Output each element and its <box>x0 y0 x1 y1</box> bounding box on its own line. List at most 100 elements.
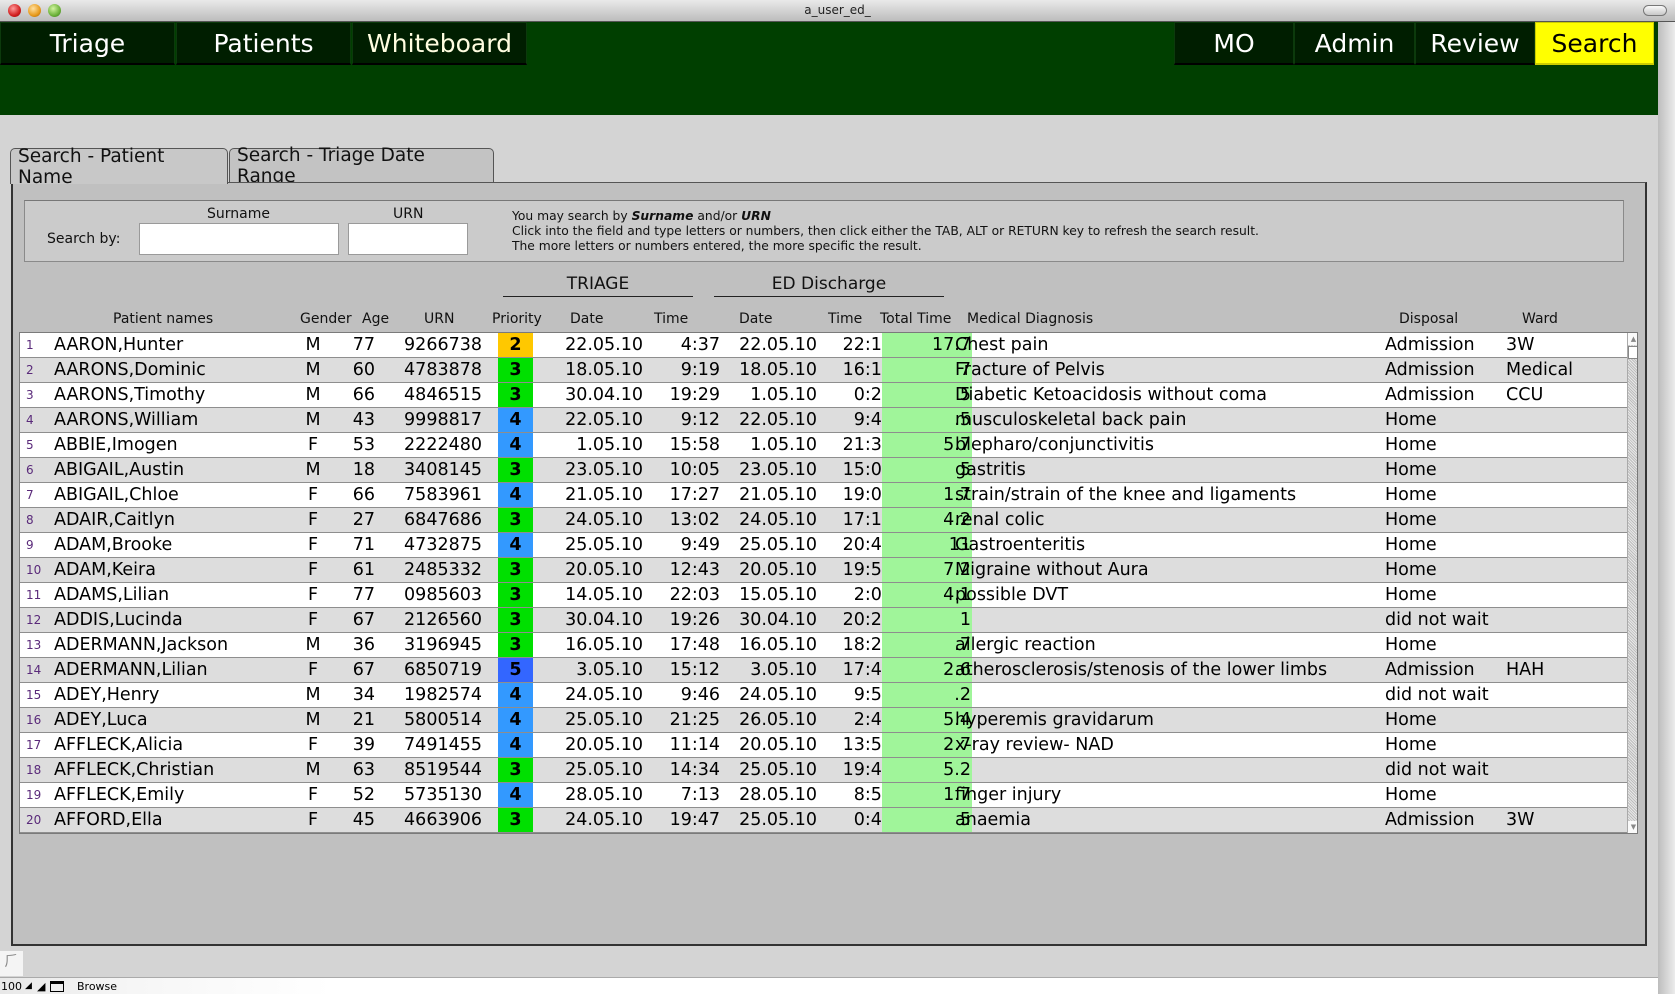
scroll-down-icon[interactable]: ▼ <box>1628 821 1637 833</box>
disposal: Home <box>1385 460 1437 480</box>
table-row[interactable]: 19 AFFLECK,Emily F 52 5735130 4 28.05.10 7:13 28… <box>20 783 1627 808</box>
triage-date: 20.05.10 <box>565 735 643 755</box>
urn: 4663906 <box>404 810 482 830</box>
triage-date: 30.04.10 <box>565 385 643 405</box>
patient-name: ABIGAIL,Austin <box>54 460 185 480</box>
scroll-up-icon[interactable]: ▲ <box>1628 333 1637 345</box>
discharge-date: 21.05.10 <box>739 485 817 505</box>
ward: HAH <box>1506 660 1545 680</box>
table-row[interactable]: 20 AFFORD,Ella F 45 4663906 3 24.05.10 19:47 25.… <box>20 808 1627 833</box>
table-row[interactable]: 1 AARON,Hunter M 77 9266738 2 22.05.10 4:37 22.0… <box>20 333 1627 358</box>
table-row[interactable]: 16 ADEY,Luca M 21 5800514 4 25.05.10 21:25 26.05… <box>20 708 1627 733</box>
nav-search[interactable]: Search <box>1535 22 1654 65</box>
age: 34 <box>352 685 375 705</box>
disposal: Home <box>1385 585 1437 605</box>
priority-badge: 4 <box>498 433 533 457</box>
table-row[interactable]: 7 ABIGAIL,Chloe F 66 7583961 4 21.05.10 17:27 21… <box>20 483 1627 508</box>
table-row[interactable]: 9 ADAM,Brooke F 71 4732875 4 25.05.10 9:49 25.05… <box>20 533 1627 558</box>
diagnosis: x-ray review- NAD <box>955 735 1114 755</box>
nav-triage[interactable]: Triage <box>0 22 175 65</box>
urn: 6850719 <box>404 660 482 680</box>
zoom-level[interactable]: 100 <box>1 979 22 994</box>
urn: 9998817 <box>404 410 482 430</box>
table-row[interactable]: 3 AARONS,Timothy M 66 4846515 3 30.04.10 19:29 1… <box>20 383 1627 408</box>
row-number: 7 <box>26 488 34 502</box>
col-header-ward: Ward <box>1522 311 1558 327</box>
gender: F <box>307 810 319 830</box>
table-row[interactable]: 8 ADAIR,Caitlyn F 27 6847686 3 24.05.10 13:02 24… <box>20 508 1627 533</box>
diagnosis: hyperemis gravidarum <box>955 710 1154 730</box>
gender: M <box>305 410 321 430</box>
table-row[interactable]: 10 ADAM,Keira F 61 2485332 3 20.05.10 12:43 20.0… <box>20 558 1627 583</box>
priority-badge: 3 <box>498 558 533 582</box>
row-number: 6 <box>26 463 34 477</box>
table-row[interactable]: 11 ADAMS,Lilian F 77 0985603 3 14.05.10 22:03 15… <box>20 583 1627 608</box>
results-scrollbar[interactable]: ▲ ▼ <box>1627 333 1637 833</box>
window-titlebar: a_user_ed_ <box>0 0 1675 22</box>
disposal: Home <box>1385 710 1437 730</box>
disposal: Home <box>1385 510 1437 530</box>
ward: CCU <box>1506 385 1544 405</box>
table-row[interactable]: 13 ADERMANN,Jackson M 36 3196945 3 16.05.10 17:… <box>20 633 1627 658</box>
toolbar-toggle-button[interactable] <box>1643 5 1667 16</box>
discharge-date: 22.05.10 <box>739 410 817 430</box>
diagnosis: finger injury <box>955 785 1062 805</box>
patient-name: ADAMS,Lilian <box>54 585 170 605</box>
toggle-status-area-icon[interactable] <box>50 981 64 992</box>
layout-tool-icon[interactable]: ⺁ <box>0 951 23 976</box>
triage-date: 14.05.10 <box>565 585 643 605</box>
disposal: Admission <box>1385 385 1475 405</box>
gender: F <box>307 510 319 530</box>
gender: F <box>307 785 319 805</box>
triage-date: 25.05.10 <box>565 760 643 780</box>
nav-admin[interactable]: Admin <box>1294 22 1415 65</box>
table-row[interactable]: 15 ADEY,Henry M 34 1982574 4 24.05.10 9:46 24.05… <box>20 683 1627 708</box>
priority-badge: 4 <box>498 483 533 507</box>
age: 66 <box>352 385 375 405</box>
tab-search-triage-date-range[interactable]: Search - Triage Date Range <box>229 145 494 187</box>
age: 52 <box>352 785 375 805</box>
table-row[interactable]: 5 ABBIE,Imogen F 53 2222480 4 1.05.10 15:58 1.05… <box>20 433 1627 458</box>
gender: F <box>307 435 319 455</box>
ward: Medical <box>1506 360 1574 380</box>
table-row[interactable]: 6 ABIGAIL,Austin M 18 3408145 3 23.05.10 10:05 2… <box>20 458 1627 483</box>
age: 71 <box>352 535 375 555</box>
table-row[interactable]: 14 ADERMANN,Lilian F 67 6850719 5 3.05.10 15:12… <box>20 658 1627 683</box>
tab-search-patient-name[interactable]: Search - Patient Name <box>10 146 228 188</box>
disposal: Home <box>1385 785 1437 805</box>
window-right-edge <box>1658 22 1675 994</box>
col-header-disposal: Disposal <box>1399 311 1459 327</box>
surname-label: Surname <box>207 206 270 222</box>
table-row[interactable]: 4 AARONS,William M 43 9998817 4 22.05.10 9:12 22… <box>20 408 1627 433</box>
discharge-date: 26.05.10 <box>739 710 817 730</box>
age: 67 <box>352 660 375 680</box>
priority-badge: 3 <box>498 458 533 482</box>
discharge-date: 30.04.10 <box>739 610 817 630</box>
nav-review[interactable]: Review <box>1415 22 1535 65</box>
total-time: 1 <box>882 608 972 632</box>
mode-label: Browse <box>77 980 118 993</box>
urn-input[interactable] <box>348 223 468 255</box>
urn: 4732875 <box>404 535 482 555</box>
table-row[interactable]: 18 AFFLECK,Christian M 63 8519544 3 25.05.10 14… <box>20 758 1627 783</box>
row-number: 5 <box>26 438 34 452</box>
nav-patients[interactable]: Patients <box>176 22 351 65</box>
nav-whiteboard[interactable]: Whiteboard <box>352 22 527 65</box>
discharge-date: 25.05.10 <box>739 760 817 780</box>
table-row[interactable]: 17 AFFLECK,Alicia F 39 7491455 4 20.05.10 11:14… <box>20 733 1627 758</box>
table-row[interactable]: 12 ADDIS,Lucinda F 67 2126560 3 30.04.10 19:26 3… <box>20 608 1627 633</box>
table-row[interactable]: 2 AARONS,Dominic M 60 4783878 3 18.05.10 9:19 18… <box>20 358 1627 383</box>
row-number: 19 <box>26 788 42 802</box>
priority-badge: 3 <box>498 508 533 532</box>
zoom-in-icon[interactable]: ◢ <box>37 979 45 994</box>
diagnosis: blepharo/conjunctivitis <box>955 435 1154 455</box>
col-header-triage-date: Date <box>570 311 604 327</box>
nav-mo[interactable]: MO <box>1174 22 1294 65</box>
gender: M <box>305 360 321 380</box>
disposal: Home <box>1385 435 1437 455</box>
scroll-thumb[interactable] <box>1628 346 1637 359</box>
urn: 1982574 <box>404 685 482 705</box>
surname-input[interactable] <box>139 223 339 255</box>
discharge-date: 25.05.10 <box>739 535 817 555</box>
zoom-out-icon[interactable]: ◢ <box>25 979 32 994</box>
